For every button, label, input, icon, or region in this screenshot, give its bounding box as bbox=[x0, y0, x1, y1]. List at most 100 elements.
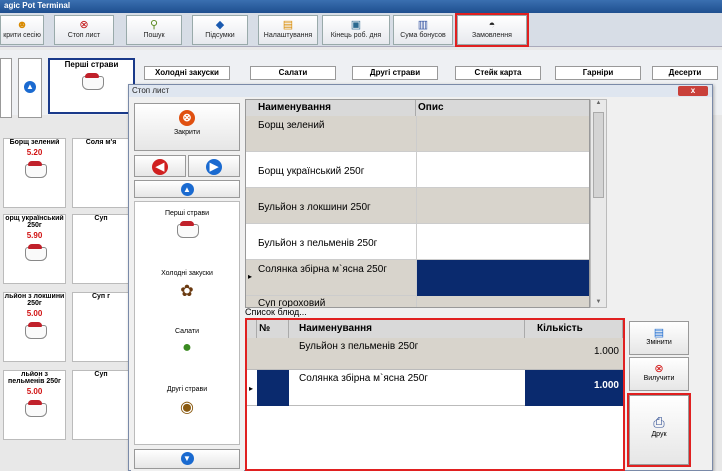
totals-button[interactable]: ◆ Підсумки bbox=[192, 15, 248, 45]
print-button[interactable]: ⎙ Друк bbox=[627, 393, 691, 467]
food-icon: ✿ bbox=[180, 283, 194, 300]
category-list-label: Другі страви bbox=[166, 386, 208, 393]
category-desserts[interactable]: Десерти bbox=[652, 66, 718, 80]
dish-name: Соля м'я bbox=[85, 139, 117, 146]
category-second-courses[interactable]: Другі страви bbox=[352, 66, 438, 80]
category-salads[interactable]: Салати bbox=[250, 66, 336, 80]
grid-header-number: № bbox=[257, 320, 289, 338]
search-label: Пошук bbox=[143, 32, 165, 39]
edit-button[interactable]: ▤ Змінити bbox=[629, 321, 689, 355]
back-button[interactable]: ◀ bbox=[134, 155, 186, 177]
end-of-day-button[interactable]: ▣ Кінець роб. дня bbox=[322, 15, 390, 45]
close-button[interactable]: ⊗ Закрити bbox=[134, 103, 240, 151]
dishes-scrollbar[interactable]: ▲ ▼ bbox=[590, 99, 607, 308]
category-garnishes[interactable]: Гарніри bbox=[555, 66, 641, 80]
orders-label: Замовлення bbox=[472, 32, 512, 39]
toolbar: ☻ крити сесію ⊗ Стоп лист ⚲ Пошук ◆ Підсумки… bbox=[0, 13, 722, 47]
dishes-grid: Наименування Опис Борщ зелений Борщ укра… bbox=[245, 99, 590, 308]
table-row[interactable]: Бульйон з пельменів 250г 1.000 bbox=[247, 338, 623, 370]
row-name: Бульйон з локшини 250г bbox=[258, 202, 371, 213]
category-list-item[interactable]: Другі страви ◉ bbox=[135, 386, 239, 417]
dish-icon: ◉ bbox=[180, 399, 194, 416]
category-list-label: Перші страви bbox=[164, 210, 210, 217]
pot-icon bbox=[23, 161, 47, 178]
dish-tile[interactable]: Суп bbox=[72, 370, 130, 440]
category-list-item[interactable]: Холодні закуски ✿ bbox=[135, 270, 239, 301]
category-list-item[interactable]: Перші страви bbox=[135, 210, 239, 239]
settings-button[interactable]: ▤ Налаштування bbox=[258, 15, 318, 45]
arrow-left-icon: ◀ bbox=[152, 159, 168, 175]
print-button-label: Друк bbox=[651, 431, 667, 438]
stop-list-dialog: Стоп лист x ⊗ Закрити ◀ ▶ ▲ Перші страви… bbox=[128, 84, 713, 471]
dialog-close-button[interactable]: x bbox=[678, 86, 708, 96]
row-pointer-icon: ▸ bbox=[248, 272, 253, 281]
close-session-button[interactable]: ☻ крити сесію bbox=[0, 15, 44, 45]
bonus-sum-label: Сума бонусов bbox=[400, 32, 446, 39]
scrollbar-thumb[interactable] bbox=[593, 112, 604, 198]
dish-tile[interactable]: орщ український 250г 5.90 bbox=[3, 214, 66, 284]
dish-name: льйон з локшини 250г bbox=[4, 293, 65, 307]
orders-button[interactable]: ◓ Замовлення bbox=[455, 13, 529, 47]
dish-price: 5.00 bbox=[26, 387, 43, 396]
dish-name: Суп bbox=[94, 215, 108, 222]
stop-list-grid: № Наименування Кількість Бульйон з пельм… bbox=[245, 318, 625, 471]
totals-label: Підсумки bbox=[205, 32, 235, 39]
scroll-up-button[interactable]: ▲ bbox=[18, 58, 42, 118]
category-list-item[interactable]: Салати ● bbox=[135, 328, 239, 357]
pot-icon bbox=[175, 221, 199, 238]
grid-header-indicator bbox=[247, 320, 257, 338]
row-name: Бульйон з пельменів 250г bbox=[299, 341, 419, 352]
edit-icon: ▤ bbox=[653, 327, 665, 339]
close-button-label: Закрити bbox=[173, 129, 201, 136]
dish-tile[interactable]: Суп г bbox=[72, 292, 130, 362]
dish-tile[interactable]: Борщ зелений 5.20 bbox=[3, 138, 66, 208]
delete-button[interactable]: ⊗ Вилучити bbox=[629, 357, 689, 391]
scroll-down-button[interactable]: ▼ bbox=[134, 449, 240, 469]
table-row[interactable]: Борщ зелений bbox=[246, 116, 589, 152]
pot-icon bbox=[23, 322, 47, 339]
left-scroll-tab[interactable] bbox=[0, 58, 12, 118]
table-row[interactable]: Борщ український 250г bbox=[246, 152, 589, 188]
search-button[interactable]: ⚲ Пошук bbox=[126, 15, 182, 45]
table-row[interactable]: Бульйон з локшини 250г bbox=[246, 188, 589, 224]
dish-name: Суп г bbox=[91, 293, 111, 300]
table-row[interactable]: Бульйон з пельменів 250г bbox=[246, 224, 589, 260]
pot-icon bbox=[80, 73, 104, 90]
dish-list-caption: Список блюд... bbox=[245, 307, 307, 317]
bonus-sum-button[interactable]: ▥ Сума бонусов bbox=[393, 15, 453, 45]
category-steak-menu[interactable]: Стейк карта bbox=[455, 66, 541, 80]
dish-price: 5.90 bbox=[26, 231, 43, 240]
dish-price: 5.00 bbox=[26, 309, 43, 318]
table-row-selected[interactable]: ▸ Солянка збірна м`ясна 250г 1.000 bbox=[247, 370, 623, 406]
row-name: Солянка збірна м`ясна 250г bbox=[258, 264, 387, 275]
floppy-icon: ▣ bbox=[350, 19, 362, 31]
window-title: agic Pot Terminal bbox=[0, 0, 722, 13]
forward-button[interactable]: ▶ bbox=[188, 155, 240, 177]
dish-tile[interactable]: льйон з пельменів 250г 5.00 bbox=[3, 370, 66, 440]
dish-tile[interactable]: Соля м'я bbox=[72, 138, 130, 208]
end-of-day-label: Кінець роб. дня bbox=[330, 32, 382, 39]
stop-icon: ⊗ bbox=[79, 19, 89, 31]
category-list-label: Салати bbox=[175, 328, 199, 335]
dish-tile[interactable]: льйон з локшини 250г 5.00 bbox=[3, 292, 66, 362]
stop-list-button[interactable]: ⊗ Стоп лист bbox=[54, 15, 114, 45]
bonus-icon: ▥ bbox=[417, 19, 429, 31]
table-row-selected[interactable]: ▸ Солянка збірна м`ясна 250г bbox=[246, 260, 589, 296]
grid-header-description: Опис bbox=[416, 100, 589, 116]
dish-price: 5.20 bbox=[26, 148, 43, 157]
pot-icon bbox=[23, 400, 47, 417]
row-name: Бульйон з пельменів 250г bbox=[258, 238, 378, 249]
delete-button-label: Вилучити bbox=[643, 375, 675, 382]
arrow-up-icon: ▲ bbox=[24, 81, 36, 93]
category-cold-starters[interactable]: Холодні закуски bbox=[144, 66, 230, 80]
dialog-left-panel: ⊗ Закрити ◀ ▶ ▲ Перші страви Холодні зак… bbox=[131, 99, 244, 471]
arrow-down-icon: ▼ bbox=[180, 452, 194, 465]
scroll-up-button[interactable]: ▲ bbox=[134, 180, 240, 198]
scroll-down-arrow-icon: ▼ bbox=[595, 299, 602, 305]
grid-header-name: Наименування bbox=[289, 320, 525, 338]
delete-icon: ⊗ bbox=[654, 363, 664, 375]
grid-header-name: Наименування bbox=[256, 100, 416, 116]
dish-name: Суп bbox=[94, 371, 108, 378]
dish-tile[interactable]: Суп bbox=[72, 214, 130, 284]
category-first-courses[interactable]: Перші страви bbox=[48, 58, 135, 114]
